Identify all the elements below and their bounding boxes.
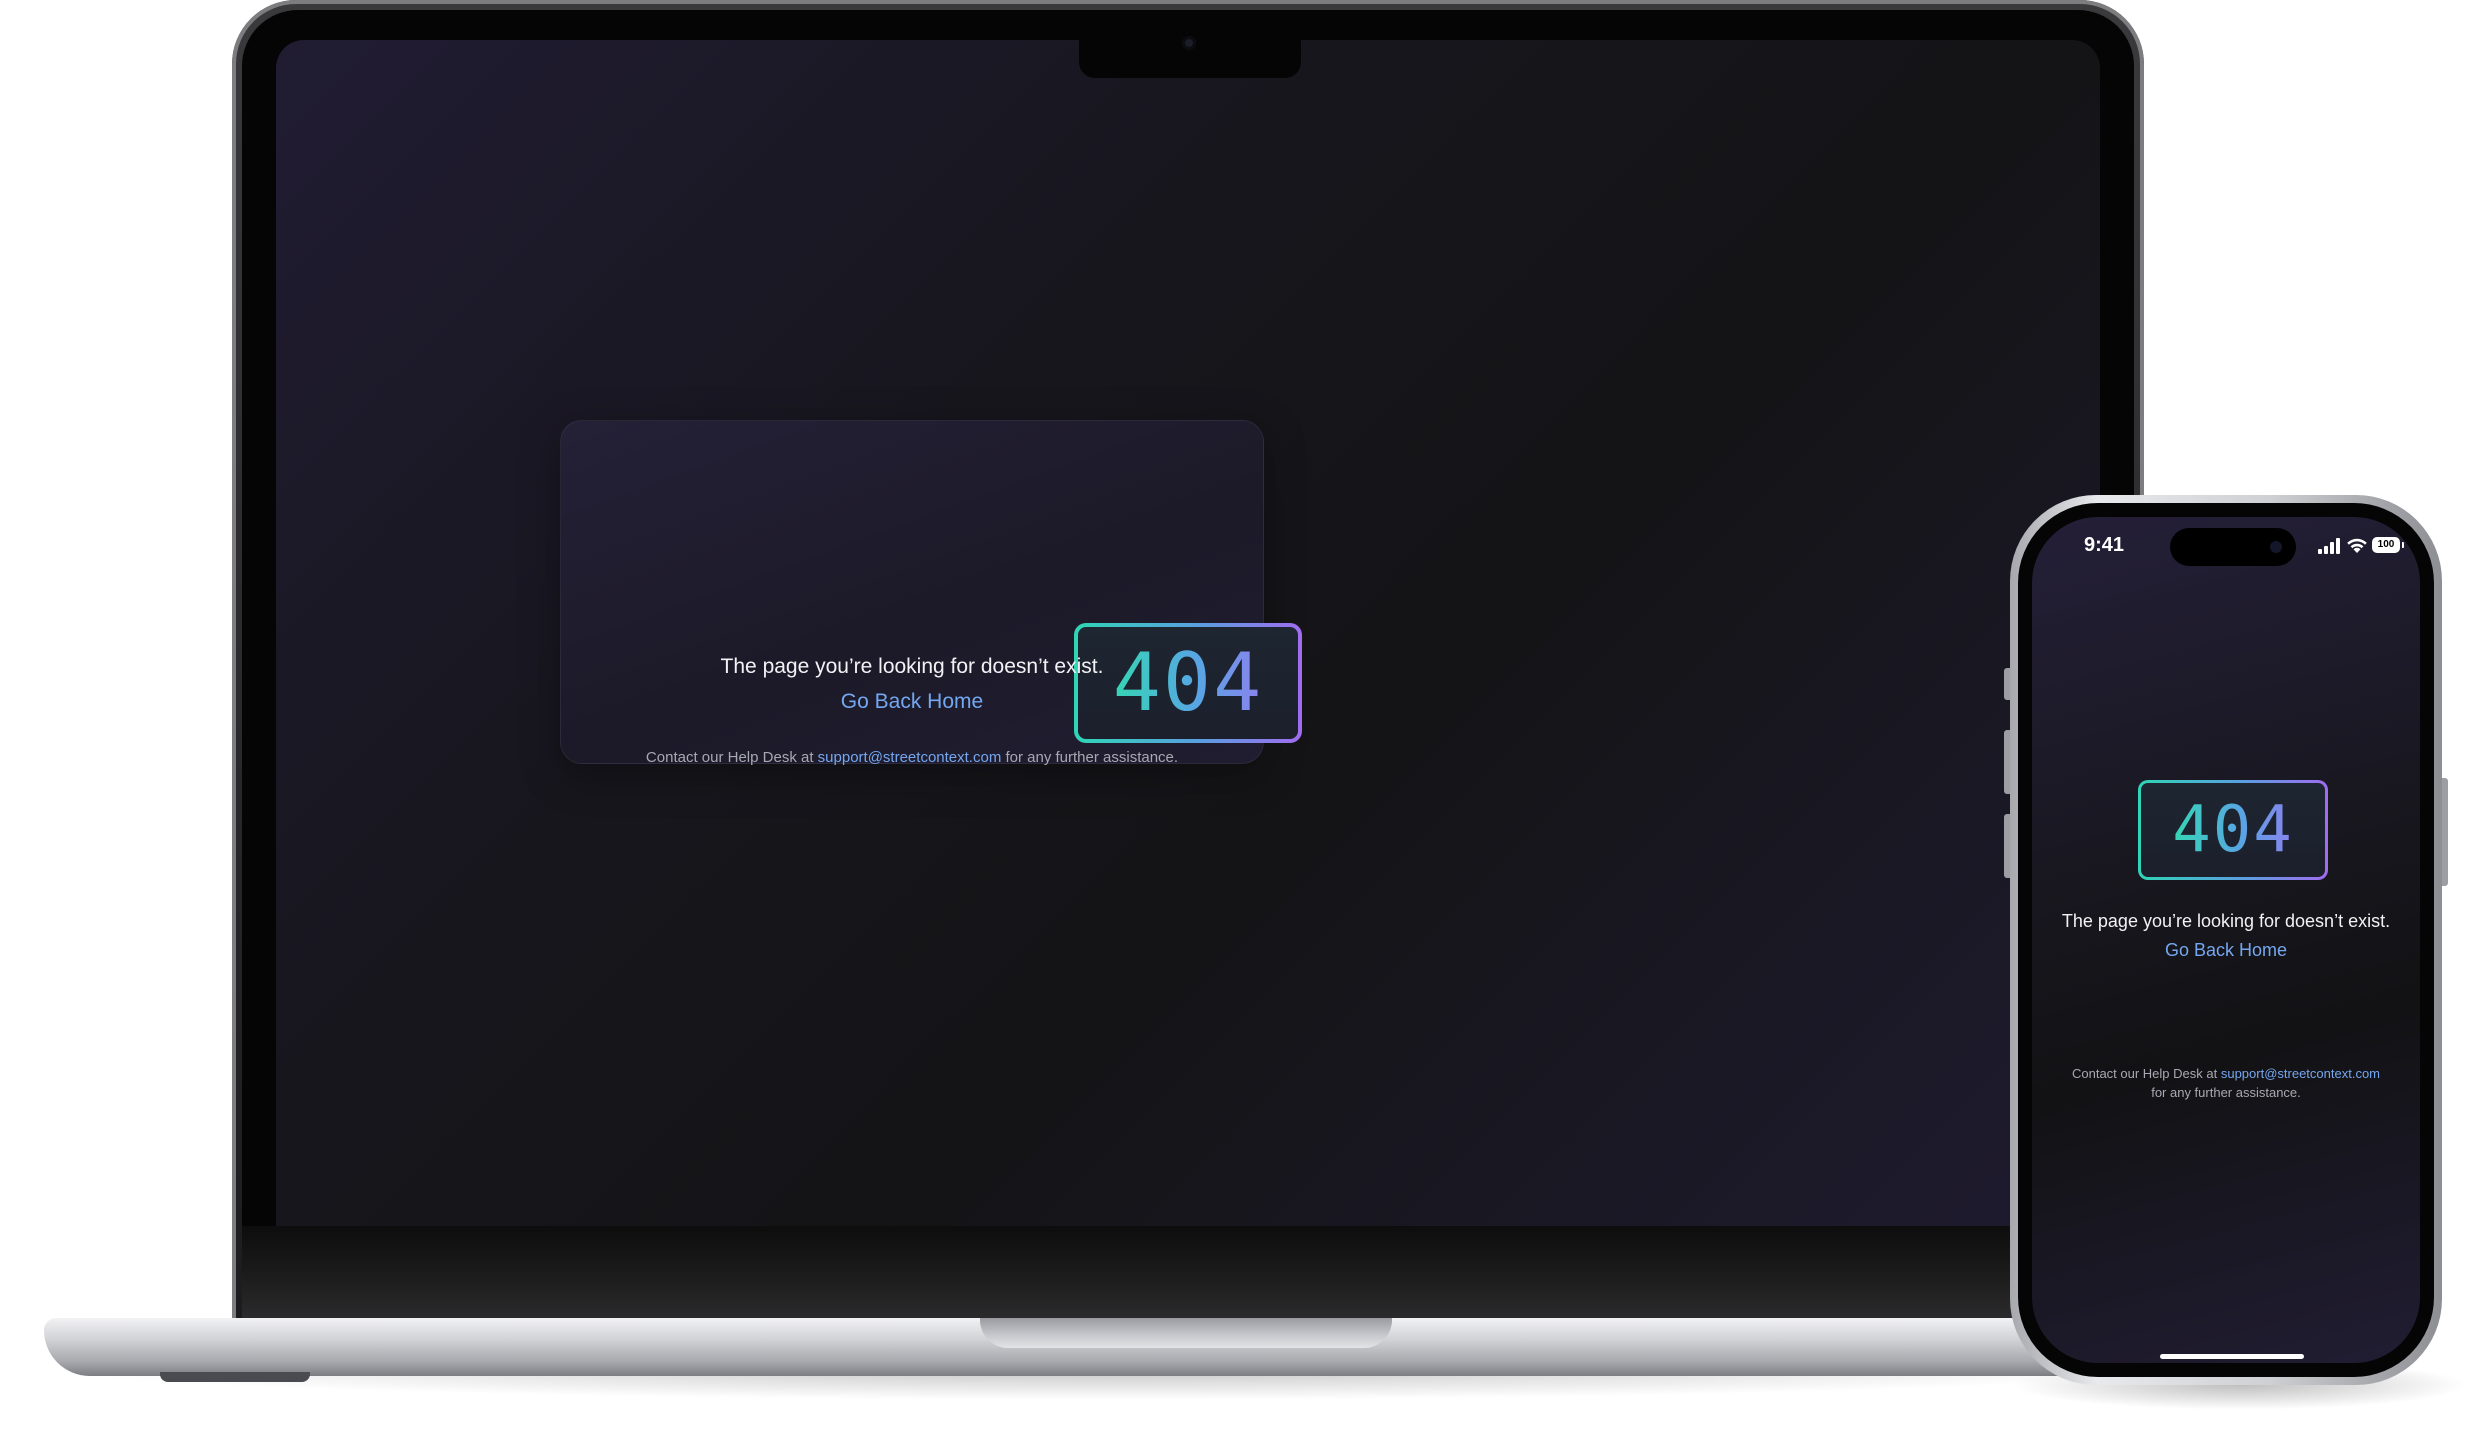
help-desk-contact: Contact our Help Desk at support@streetc… <box>560 749 1264 766</box>
battery-icon: 100 <box>2372 537 2404 553</box>
wifi-icon <box>2347 538 2367 553</box>
phone-error-code: 404 <box>2172 793 2294 867</box>
webcam-icon <box>1182 36 1196 50</box>
home-indicator[interactable] <box>2160 1354 2304 1359</box>
status-bar-time: 9:41 <box>2084 534 2125 556</box>
phone-contact-prefix: Contact our Help Desk at <box>2071 1066 2218 1081</box>
phone-error-code-badge: 404 <box>2138 780 2328 880</box>
support-email-link[interactable]: support@streetcontext.com <box>818 749 1002 766</box>
laptop-foot <box>160 1372 310 1382</box>
go-back-home-link[interactable]: Go Back Home <box>560 690 1264 714</box>
phone-help-desk-contact: Contact our Help Desk at support@streetc… <box>2032 1064 2420 1102</box>
laptop-chin <box>242 1226 2134 1325</box>
phone-contact-suffix: for any further assistance. <box>2151 1085 2301 1100</box>
contact-suffix: for any further assistance. <box>1005 749 1179 766</box>
phone-power-button <box>2442 778 2448 886</box>
laptop-lid-groove <box>980 1318 1392 1348</box>
phone-go-back-home-link[interactable]: Go Back Home <box>2032 940 2420 961</box>
error-message: The page you’re looking for doesn’t exis… <box>720 655 1104 678</box>
contact-prefix: Contact our Help Desk at <box>645 749 814 766</box>
phone-error-message: The page you’re looking for doesn’t exis… <box>2061 911 2391 931</box>
phone-support-email-link[interactable]: support@streetcontext.com <box>2221 1066 2380 1081</box>
cellular-signal-icon <box>2318 538 2340 554</box>
front-camera-icon <box>2270 541 2282 553</box>
device-mockup-stage: 404 The page you’re looking for doesn’t … <box>0 0 2486 1436</box>
error-code-badge: 404 <box>1074 623 1302 743</box>
